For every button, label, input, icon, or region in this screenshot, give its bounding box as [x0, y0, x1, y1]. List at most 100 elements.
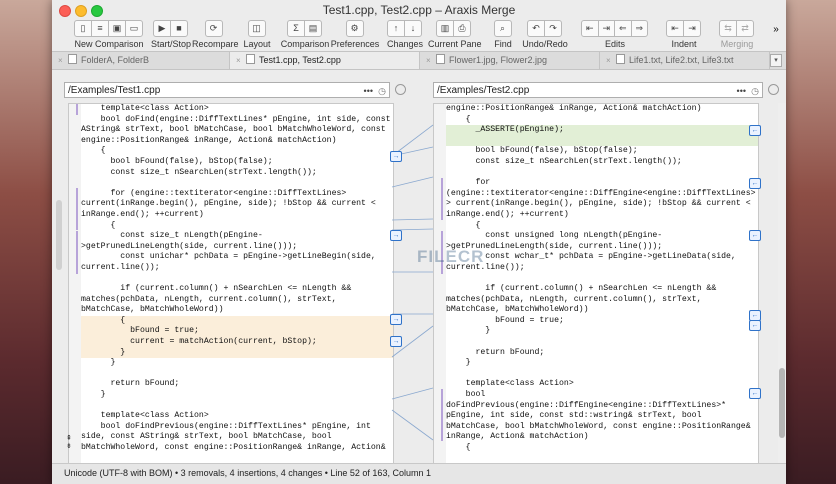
sigma-icon[interactable]: Σ [287, 20, 305, 37]
code-line[interactable]: if (current.column() + nSearchLen <= nLe… [446, 284, 758, 295]
code-line[interactable]: inRange.end(); ++current) [446, 210, 758, 221]
code-line[interactable]: template<class Action> [81, 411, 393, 422]
copy-change-right-button[interactable]: → [390, 314, 402, 325]
edit-a-icon[interactable]: ⇤ [581, 20, 599, 37]
code-line[interactable]: bMatchWholeWord, const engine::PositionR… [81, 443, 393, 454]
copy-change-right-button[interactable]: → [390, 151, 402, 162]
code-line[interactable] [81, 369, 393, 380]
code-line[interactable] [81, 401, 393, 412]
code-line[interactable]: { [81, 221, 393, 232]
code-line[interactable]: current(inRange.begin(), pEngine, side);… [81, 199, 393, 210]
code-line[interactable]: current.line()); [446, 263, 758, 274]
edit-d-icon[interactable]: ⇒ [630, 20, 648, 37]
left-history-icon[interactable]: ◷ [378, 83, 386, 99]
copy-change-left-button[interactable]: ← [749, 125, 761, 136]
search-icon[interactable]: ⌕ [493, 20, 512, 37]
print-icon[interactable]: ⎙ [453, 20, 471, 37]
code-line[interactable]: matches(pchData, nLength, current.column… [446, 295, 758, 306]
code-line[interactable]: { [81, 315, 393, 327]
copy-change-left-button[interactable]: ← [749, 178, 761, 189]
tab-2[interactable]: × Test1.cpp, Test2.cpp [230, 52, 420, 69]
code-line[interactable]: } [81, 358, 393, 369]
code-line[interactable] [81, 274, 393, 285]
code-line[interactable]: const size_t nSearchLen(strText.length()… [81, 168, 393, 179]
code-line[interactable]: (engine::textiterator<engine::DiffEngine… [446, 189, 758, 200]
left-path-menu-icon[interactable]: ••• [364, 83, 373, 99]
code-line[interactable]: bMatchCase, bMatchWholeWord)) [446, 305, 758, 316]
tab-close-icon[interactable]: × [58, 52, 66, 69]
zoom-window-button[interactable] [91, 5, 103, 17]
copy-change-left-button[interactable]: ← [749, 320, 761, 331]
redo-icon[interactable]: ↷ [544, 20, 562, 37]
code-line[interactable]: bMatchCase, bool bMatchWholeWord, const … [446, 422, 758, 433]
code-line[interactable]: return bFound; [81, 379, 393, 390]
code-line[interactable]: template<class Action> [81, 104, 393, 115]
code-line[interactable]: { [81, 146, 393, 157]
tab-overflow-button[interactable]: ▾ [770, 54, 782, 67]
right-path-field[interactable]: /Examples/Test2.cpp ••• ◷ [433, 82, 763, 98]
code-line[interactable]: for (engine::textiterator<engine::DiffTe… [81, 189, 393, 200]
code-line[interactable]: engine::PositionRange& inRange, Action& … [81, 136, 393, 147]
code-line[interactable]: if (current.column() + nSearchLen <= nLe… [81, 284, 393, 295]
edit-c-icon[interactable]: ⇐ [614, 20, 632, 37]
code-line[interactable]: doFindPrevious(engine::DiffEngine<engine… [446, 401, 758, 412]
code-line[interactable]: bool [446, 390, 758, 401]
undo-icon[interactable]: ↶ [527, 20, 545, 37]
indent-right-icon[interactable]: ⇥ [683, 20, 701, 37]
copy-change-left-button[interactable]: ← [749, 230, 761, 241]
copy-change-right-button[interactable]: → [390, 230, 402, 241]
doc-text-icon[interactable]: ≡ [91, 20, 109, 37]
code-line[interactable]: } [446, 358, 758, 369]
code-line[interactable]: } [446, 326, 758, 337]
code-line[interactable]: pEngine, int side, const std::wstring& s… [446, 411, 758, 422]
code-line[interactable]: bool doFindPrevious(engine::DiffTextLine… [81, 422, 393, 433]
code-line[interactable]: AString& strText, bool bMatchCase, bool … [81, 125, 393, 136]
doc-new-icon[interactable]: ▯ [74, 20, 92, 37]
copy-change-left-button[interactable]: ← [749, 388, 761, 399]
code-line[interactable]: >getPrunedLineLength(side, current.line(… [446, 242, 758, 253]
tab-close-icon[interactable]: × [606, 52, 614, 69]
arrow-down-icon[interactable]: ↓ [404, 20, 422, 37]
tab-1[interactable]: × FolderA, FolderB [52, 52, 230, 69]
toolbar-overflow-icon[interactable]: » [770, 24, 782, 54]
code-line[interactable]: engine::PositionRange& inRange, Action& … [446, 104, 758, 115]
close-window-button[interactable] [59, 5, 71, 17]
code-line[interactable]: bool bFound(false), bStop(false); [446, 146, 758, 157]
code-line[interactable]: bMatchCase, bMatchWholeWord)) [81, 305, 393, 316]
code-line[interactable] [81, 178, 393, 189]
code-line[interactable]: const size_t nLength(pEngine- [81, 231, 393, 242]
code-line[interactable]: bFound = true; [81, 326, 393, 338]
left-text-pane[interactable]: template<class Action> bool doFind(engin… [68, 103, 394, 465]
code-line[interactable]: bFound = true; [446, 316, 758, 327]
stop-icon[interactable]: ■ [170, 20, 188, 37]
code-line[interactable] [446, 168, 758, 179]
code-line[interactable]: inRange.end(); ++current) [81, 210, 393, 221]
edit-b-icon[interactable]: ⇥ [597, 20, 615, 37]
code-line[interactable]: { [446, 115, 758, 126]
layout-icon[interactable]: ◫ [247, 20, 266, 37]
left-overview-bar[interactable] [56, 200, 62, 270]
code-line[interactable]: } [81, 347, 393, 359]
code-line[interactable]: > current(inRange.begin(), pEngine, side… [446, 199, 758, 210]
code-line[interactable]: matches(pchData, nLength, current.column… [81, 295, 393, 306]
code-line[interactable]: { [446, 221, 758, 232]
copy-change-right-button[interactable]: → [390, 336, 402, 347]
left-navigation-icons[interactable]: ⇞ ⇟ [66, 434, 72, 450]
code-line[interactable]: _ASSERTE(pEngine); [446, 125, 758, 136]
code-line[interactable]: } [81, 390, 393, 401]
code-line[interactable]: inRange, Action& matchAction) [446, 432, 758, 443]
code-line[interactable]: bool doFind(engine::DiffTextLines* pEngi… [81, 115, 393, 126]
tab-close-icon[interactable]: × [426, 52, 434, 69]
code-line[interactable] [446, 135, 758, 147]
code-line[interactable]: const unsigned long nLength(pEngine- [446, 231, 758, 242]
code-line[interactable]: const wchar_t* pchData = pEngine->getLin… [446, 252, 758, 263]
code-line[interactable]: const unichar* pchData = pEngine->getLin… [81, 252, 393, 263]
right-path-menu-icon[interactable]: ••• [737, 83, 746, 99]
code-line[interactable]: side, const AString& strText, bool bMatc… [81, 432, 393, 443]
play-icon[interactable]: ▶ [153, 20, 171, 37]
doc-image-icon[interactable]: ▣ [108, 20, 126, 37]
gear-icon[interactable]: ⚙ [345, 20, 364, 37]
left-path-field[interactable]: /Examples/Test1.cpp ••• ◷ [64, 82, 390, 98]
folder-icon[interactable]: ▭ [125, 20, 143, 37]
code-line[interactable]: for [446, 178, 758, 189]
